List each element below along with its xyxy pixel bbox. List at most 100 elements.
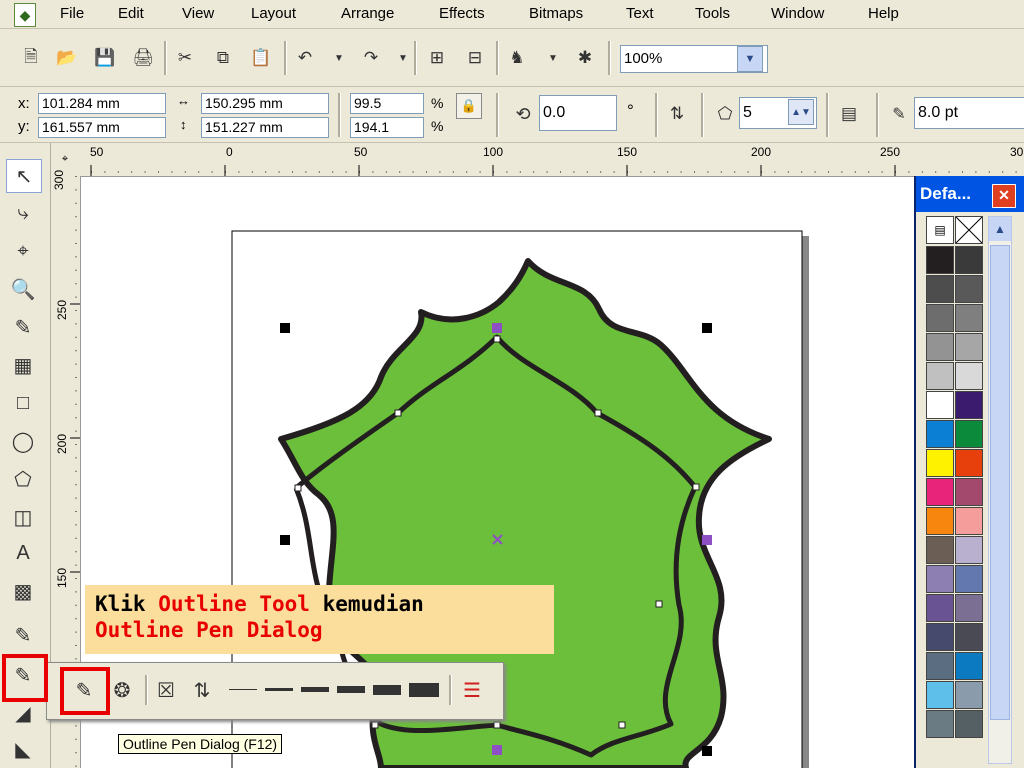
scale-y-input[interactable]: 194.1 <box>350 117 424 138</box>
no-outline-icon[interactable]: ☒ <box>149 673 183 707</box>
export-icon[interactable]: ⊟ <box>462 45 488 71</box>
color-swatch[interactable] <box>926 507 954 535</box>
color-swatch[interactable] <box>926 710 954 738</box>
cut-icon[interactable]: ✂ <box>172 45 198 71</box>
copy-icon[interactable]: ⧉ <box>210 45 236 71</box>
save-icon[interactable]: 💾 <box>92 45 118 71</box>
outline-width-3[interactable] <box>301 687 329 692</box>
menu-help[interactable]: Help <box>868 5 899 22</box>
menu-file[interactable]: File <box>60 5 84 22</box>
color-swatch[interactable] <box>926 536 954 564</box>
rectangle-tool-icon[interactable]: □ <box>6 387 40 419</box>
no-color-swatch[interactable] <box>955 216 983 244</box>
color-swatch[interactable] <box>926 681 954 709</box>
undo-dropdown-icon[interactable]: ▼ <box>326 45 352 71</box>
sides-spinner-icon[interactable]: ▲▼ <box>788 99 814 125</box>
mirror-icon[interactable]: ⇅ <box>664 101 690 127</box>
freehand-tool-icon[interactable]: ✎ <box>6 311 40 343</box>
color-docker-icon[interactable]: ☰ <box>455 673 489 707</box>
color-swatch[interactable] <box>955 478 983 506</box>
text-tool-icon[interactable]: A <box>6 537 40 569</box>
corel-online-icon[interactable]: ✱ <box>572 45 598 71</box>
hairline-outline-icon[interactable]: ⇅ <box>185 673 219 707</box>
outline-width-4[interactable] <box>337 686 365 693</box>
color-swatch[interactable] <box>955 536 983 564</box>
lock-ratio-icon[interactable]: 🔒 <box>456 93 482 119</box>
pick-tool-icon[interactable]: ↖ <box>6 159 42 193</box>
paste-icon[interactable]: 📋 <box>248 45 274 71</box>
color-swatch[interactable] <box>926 565 954 593</box>
color-swatch[interactable] <box>955 275 983 303</box>
palette-scrollbar[interactable]: ▲ <box>988 216 1012 764</box>
color-swatch[interactable] <box>955 594 983 622</box>
color-swatch[interactable] <box>926 362 954 390</box>
color-swatch[interactable] <box>955 246 983 274</box>
color-swatch[interactable] <box>955 681 983 709</box>
polygon-tool-icon[interactable]: ⬠ <box>6 463 40 495</box>
x-position-input[interactable]: 101.284 mm <box>38 93 166 114</box>
scroll-thumb[interactable] <box>990 245 1010 720</box>
width-input[interactable]: 150.295 mm <box>201 93 329 114</box>
color-swatch[interactable] <box>955 565 983 593</box>
color-swatch[interactable] <box>955 710 983 738</box>
smart-fill-tool-icon[interactable]: ▦ <box>6 349 40 381</box>
color-swatch[interactable] <box>955 652 983 680</box>
outline-width-6[interactable] <box>409 683 439 697</box>
outline-width-input[interactable]: 8.0 pt <box>914 97 1024 129</box>
new-document-icon[interactable]: 🗎 <box>18 45 44 71</box>
color-swatch[interactable] <box>926 391 954 419</box>
wrap-text-icon[interactable]: ▤ <box>836 101 862 127</box>
outline-width-5[interactable] <box>373 685 401 695</box>
color-swatch[interactable] <box>926 420 954 448</box>
color-swatch[interactable] <box>926 594 954 622</box>
zoom-dropdown-icon[interactable]: ▼ <box>737 46 763 72</box>
application-launcher-icon[interactable]: ♞ <box>504 45 530 71</box>
scroll-up-icon[interactable]: ▲ <box>989 217 1011 241</box>
color-swatch[interactable] <box>955 333 983 361</box>
outline-width-2[interactable] <box>265 688 293 691</box>
import-icon[interactable]: ⊞ <box>424 45 450 71</box>
menu-bitmaps[interactable]: Bitmaps <box>529 5 583 22</box>
ellipse-tool-icon[interactable]: ◯ <box>6 425 40 457</box>
color-swatch[interactable] <box>926 652 954 680</box>
color-swatch[interactable] <box>926 478 954 506</box>
color-swatch[interactable] <box>955 362 983 390</box>
open-icon[interactable]: 📂 <box>54 45 80 71</box>
menu-arrange[interactable]: Arrange <box>341 5 394 22</box>
scale-x-input[interactable]: 99.5 <box>350 93 424 114</box>
color-swatch[interactable] <box>955 420 983 448</box>
interactive-fill-tool-icon[interactable]: ◣ <box>6 733 40 765</box>
print-icon[interactable]: 🖨 <box>130 45 156 71</box>
color-swatch[interactable] <box>926 246 954 274</box>
redo-icon[interactable]: ↷ <box>358 45 384 71</box>
menu-view[interactable]: View <box>182 5 214 22</box>
color-swatch[interactable] <box>955 391 983 419</box>
menu-tools[interactable]: Tools <box>695 5 730 22</box>
outline-width-1[interactable] <box>229 689 257 690</box>
color-swatch[interactable] <box>926 623 954 651</box>
basic-shapes-tool-icon[interactable]: ◫ <box>6 501 40 533</box>
rotation-input[interactable]: 0.0 <box>539 95 617 131</box>
color-swatch[interactable] <box>926 333 954 361</box>
interactive-blend-tool-icon[interactable]: ▩ <box>6 575 40 607</box>
menu-window[interactable]: Window <box>771 5 824 22</box>
horizontal-ruler[interactable]: 50 0 50 100 150 200 250 30 <box>80 143 1024 177</box>
redo-dropdown-icon[interactable]: ▼ <box>390 45 416 71</box>
undo-icon[interactable]: ↶ <box>292 45 318 71</box>
menu-edit[interactable]: Edit <box>118 5 144 22</box>
y-position-input[interactable]: 161.557 mm <box>38 117 166 138</box>
color-swatch[interactable] <box>926 449 954 477</box>
menu-effects[interactable]: Effects <box>439 5 485 22</box>
color-swatch[interactable] <box>955 449 983 477</box>
eyedropper-tool-icon[interactable]: ✎ <box>6 619 40 651</box>
menu-text[interactable]: Text <box>626 5 654 22</box>
crop-tool-icon[interactable]: ⌖ <box>6 235 40 267</box>
zoom-tool-icon[interactable]: 🔍 <box>6 273 40 305</box>
launcher-dropdown-icon[interactable]: ▼ <box>540 45 566 71</box>
outline-color-dialog-icon[interactable]: ❂ <box>105 673 139 707</box>
palette-close-icon[interactable]: ✕ <box>992 184 1016 208</box>
color-swatch[interactable] <box>926 304 954 332</box>
shape-tool-icon[interactable]: ⤷ <box>6 197 40 229</box>
height-input[interactable]: 151.227 mm <box>201 117 329 138</box>
menu-layout[interactable]: Layout <box>251 5 296 22</box>
